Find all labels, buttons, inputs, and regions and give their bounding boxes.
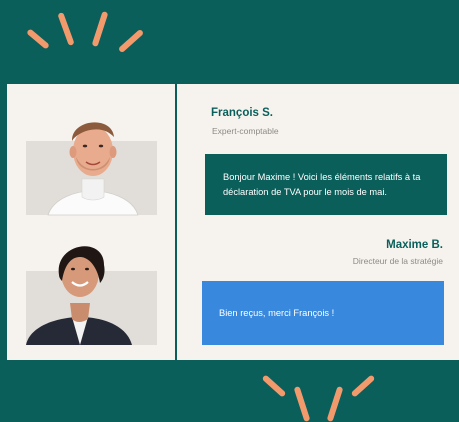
client-role: Directeur de la stratégie [352,256,443,266]
advisor-role: Expert-comptable [212,126,279,136]
decorative-ray [350,374,376,398]
message-text-advisor: Bonjour Maxime ! Voici les éléments rela… [223,172,421,197]
message-text-client: Bien reçus, merci François ! [219,308,335,318]
message-bubble-client: Bien reçus, merci François ! [202,281,444,345]
avatar-client [26,246,157,345]
advisor-portrait-icon [47,122,139,216]
decorative-ray [91,10,109,48]
client-name: Maxime B. [386,239,443,251]
card-divider [175,84,177,360]
advisor-name: François S. [211,107,273,119]
decorative-ray [261,374,287,398]
message-bubble-advisor: Bonjour Maxime ! Voici les éléments rela… [205,154,447,215]
decorative-ray [57,11,75,47]
decorative-ray [117,28,145,54]
decorative-ray [26,28,50,50]
avatar-advisor [26,122,157,216]
client-portrait-icon [26,246,132,345]
